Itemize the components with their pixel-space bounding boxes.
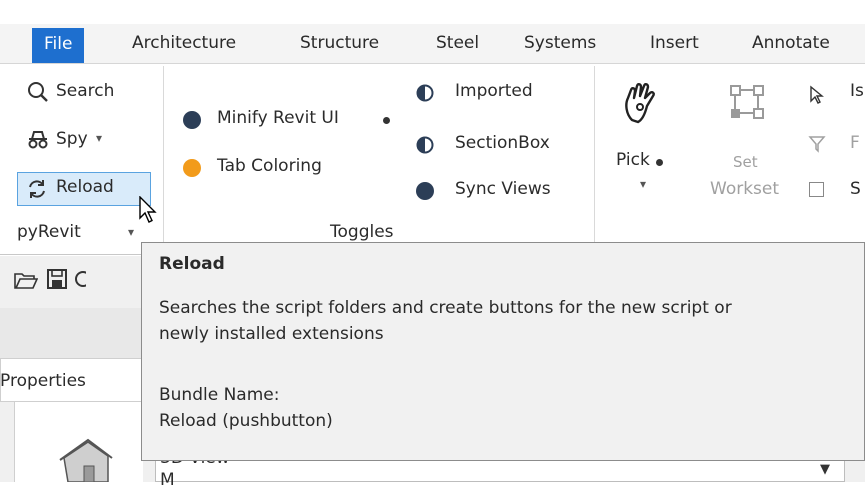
- tab-coloring-button[interactable]: Tab Coloring: [217, 156, 322, 176]
- tooltip-bundle-label: Bundle Name:: [159, 385, 280, 405]
- pyrevit-panel-label[interactable]: pyRevit: [17, 222, 81, 242]
- set-workset-label-line1[interactable]: Set: [733, 153, 758, 171]
- tab-structure[interactable]: Structure: [300, 24, 379, 63]
- tab-steel[interactable]: Steel: [436, 24, 479, 63]
- chevron-down-icon[interactable]: ▼: [820, 462, 830, 477]
- tab-file[interactable]: File: [32, 28, 85, 63]
- tooltip-description-line2: newly installed extensions: [159, 324, 384, 344]
- minify-status-dot: [183, 111, 201, 129]
- select-checkbox-label: S: [850, 179, 861, 199]
- sectionbox-half-circle-icon: [416, 136, 434, 154]
- view-type-sub: M: [160, 470, 175, 490]
- pick-button[interactable]: Pick: [616, 150, 650, 170]
- pick-dropdown-icon[interactable]: ▾: [640, 177, 646, 191]
- toggles-panel-label: Toggles: [330, 222, 394, 242]
- open-folder-icon[interactable]: [14, 270, 39, 290]
- panel-divider: [163, 66, 164, 246]
- house-icon: [58, 436, 114, 483]
- tab-insert[interactable]: Insert: [650, 24, 699, 63]
- mouse-cursor-icon: [138, 195, 160, 226]
- isolate-button[interactable]: Is: [850, 81, 864, 101]
- minify-revit-ui-button[interactable]: Minify Revit UI: [217, 108, 339, 128]
- sync-views-button[interactable]: Sync Views: [455, 179, 551, 199]
- tooltip-title: Reload: [159, 254, 225, 274]
- hand-icon: [622, 80, 658, 124]
- spy-dropdown-icon[interactable]: ▾: [96, 131, 102, 145]
- tab-coloring-status-dot: [183, 159, 201, 177]
- spy-icon: [26, 128, 50, 152]
- search-icon: [26, 80, 50, 104]
- tooltip-bundle-value: Reload (pushbutton): [159, 411, 333, 431]
- pyrevit-dropdown-icon[interactable]: ▾: [128, 225, 134, 239]
- imported-half-circle-icon: [416, 84, 434, 102]
- panel-divider: [594, 66, 595, 246]
- set-workset-icon: [727, 82, 767, 122]
- sync-views-status-dot: [416, 182, 434, 200]
- spy-button[interactable]: Spy: [56, 129, 88, 149]
- reload-icon: [25, 177, 49, 201]
- ribbon-tab-bar: [0, 24, 865, 63]
- sectionbox-button[interactable]: SectionBox: [455, 133, 550, 153]
- title-strip: [0, 0, 865, 24]
- search-button[interactable]: Search: [56, 81, 114, 101]
- reload-label: Reload: [56, 177, 114, 197]
- filter-button[interactable]: F: [850, 133, 860, 153]
- set-workset-label-line2[interactable]: Workset: [710, 179, 779, 199]
- tab-architecture[interactable]: Architecture: [132, 24, 236, 63]
- imported-button[interactable]: Imported: [455, 81, 533, 101]
- tab-systems[interactable]: Systems: [524, 24, 596, 63]
- pick-bullet-icon: [656, 159, 663, 166]
- select-checkbox[interactable]: [809, 182, 824, 197]
- cursor-arrow-icon: [808, 85, 826, 105]
- filter-icon: [808, 135, 826, 153]
- save-icon[interactable]: [46, 268, 68, 290]
- properties-title: Properties: [0, 371, 86, 391]
- minify-bullet-icon: [383, 117, 390, 124]
- sync-icon[interactable]: [74, 268, 91, 290]
- tooltip-description-line1: Searches the script folders and create b…: [159, 298, 732, 318]
- tab-annotate[interactable]: Annotate: [752, 24, 830, 63]
